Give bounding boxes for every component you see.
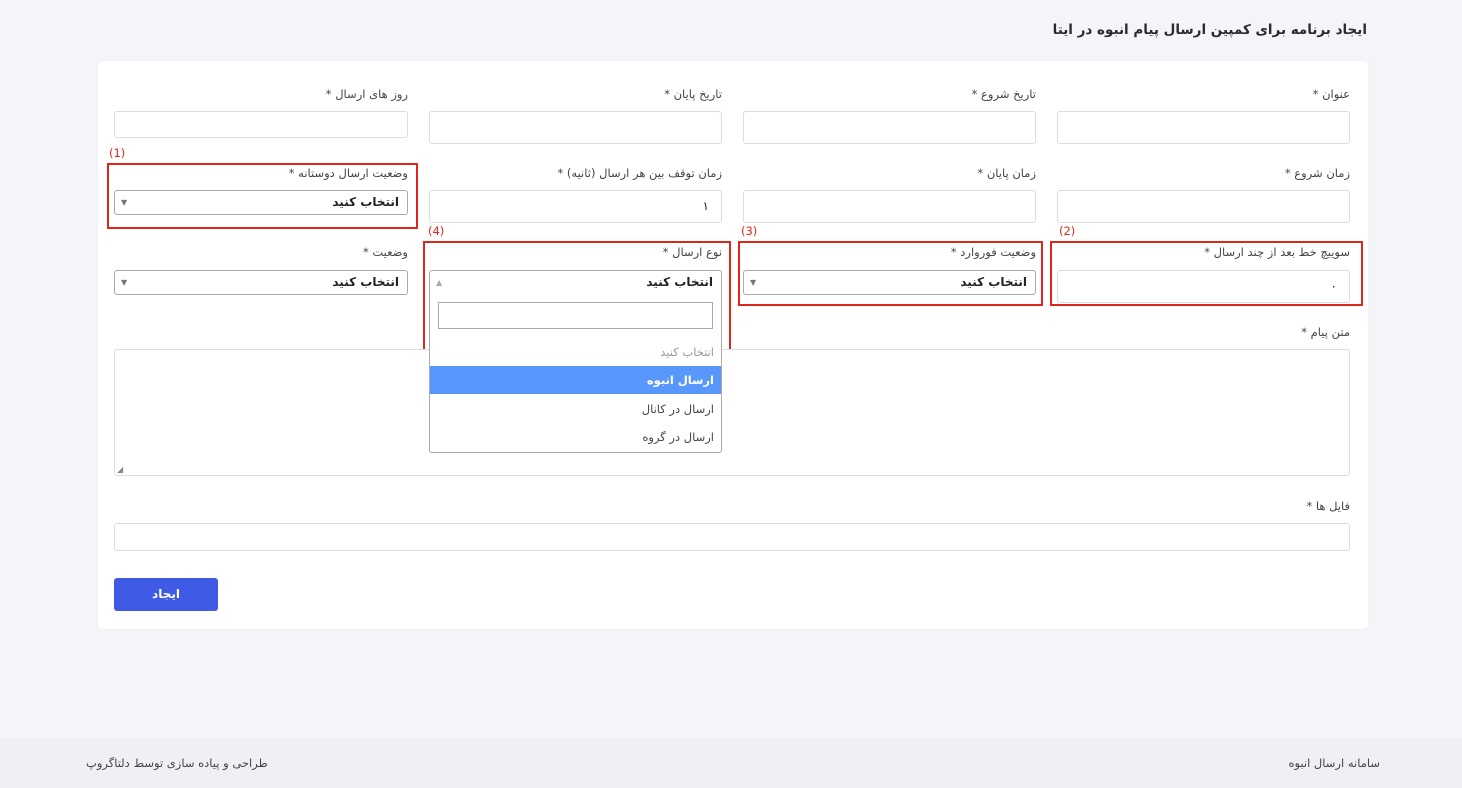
annotation-3: (3): [741, 224, 758, 238]
send-type-label: نوع ارسال *: [662, 245, 722, 259]
end-time-label: زمان پایان *: [977, 166, 1036, 180]
footer-system-name: سامانه ارسال انبوه: [1288, 756, 1380, 770]
footer: سامانه ارسال انبوه طراحی و پیاده سازی تو…: [0, 738, 1462, 788]
annotation-2: (2): [1059, 224, 1076, 238]
chevron-down-icon: ▼: [750, 278, 757, 287]
pause-input[interactable]: ۱: [429, 190, 722, 223]
files-label: فایل ها *: [1306, 499, 1350, 513]
chevron-down-icon: ▼: [121, 198, 128, 207]
line-switch-input[interactable]: ۰: [1057, 270, 1350, 303]
footer-credit: طراحی و پیاده سازی توسط دلتاگروپ: [86, 756, 268, 770]
send-type-dropdown: انتخاب کنید ارسال انبوه ارسال در کانال ا…: [429, 293, 722, 453]
dropdown-option[interactable]: ارسال در گروه: [430, 423, 721, 451]
status-value: انتخاب کنید: [332, 275, 399, 289]
forward-status-label: وضعیت فوروارد *: [950, 245, 1036, 259]
friend-status-value: انتخاب کنید: [332, 195, 399, 209]
chevron-up-icon: ▲: [436, 278, 443, 287]
line-switch-label: سوییچ خط بعد از چند ارسال *: [1204, 245, 1350, 259]
start-date-input[interactable]: [743, 111, 1036, 144]
dropdown-search-input[interactable]: [438, 302, 713, 329]
message-textarea[interactable]: ◢: [114, 349, 1350, 476]
chevron-down-icon: ▼: [121, 278, 128, 287]
dropdown-option[interactable]: انتخاب کنید: [430, 338, 721, 366]
message-label: متن پیام *: [1301, 325, 1350, 339]
files-input[interactable]: [114, 523, 1350, 551]
friend-status-label: وضعیت ارسال دوستانه *: [288, 166, 408, 180]
pause-label: زمان توقف بین هر ارسال (ثانیه) *: [557, 166, 722, 180]
send-type-select[interactable]: انتخاب کنید ▲: [429, 270, 722, 295]
page-title: ایجاد برنامه برای کمپین ارسال پیام انبوه…: [1052, 22, 1367, 38]
dropdown-option[interactable]: ارسال در کانال: [430, 395, 721, 423]
send-days-input[interactable]: [114, 111, 408, 138]
pause-value: ۱: [702, 199, 709, 213]
end-date-label: تاریخ پایان *: [664, 87, 722, 101]
forward-status-select[interactable]: انتخاب کنید ▼: [743, 270, 1036, 295]
start-date-label: تاریخ شروع *: [971, 87, 1036, 101]
forward-status-value: انتخاب کنید: [960, 275, 1027, 289]
resize-handle-icon[interactable]: ◢: [117, 465, 123, 474]
dropdown-option-highlighted[interactable]: ارسال انبوه: [430, 366, 721, 394]
start-time-input[interactable]: [1057, 190, 1350, 223]
friend-status-select[interactable]: انتخاب کنید ▼: [114, 190, 408, 215]
start-time-label: زمان شروع *: [1284, 166, 1350, 180]
send-days-label: روز های ارسال *: [325, 87, 408, 101]
title-input[interactable]: [1057, 111, 1350, 144]
create-button[interactable]: ایجاد: [114, 578, 218, 611]
send-type-value: انتخاب کنید: [646, 275, 713, 289]
end-time-input[interactable]: [743, 190, 1036, 223]
annotation-1: (1): [109, 146, 126, 160]
status-select[interactable]: انتخاب کنید ▼: [114, 270, 408, 295]
annotation-4: (4): [428, 224, 445, 238]
title-label: عنوان *: [1312, 87, 1350, 101]
line-switch-value: ۰: [1330, 279, 1337, 293]
status-label: وضعیت *: [362, 245, 408, 259]
end-date-input[interactable]: [429, 111, 722, 144]
